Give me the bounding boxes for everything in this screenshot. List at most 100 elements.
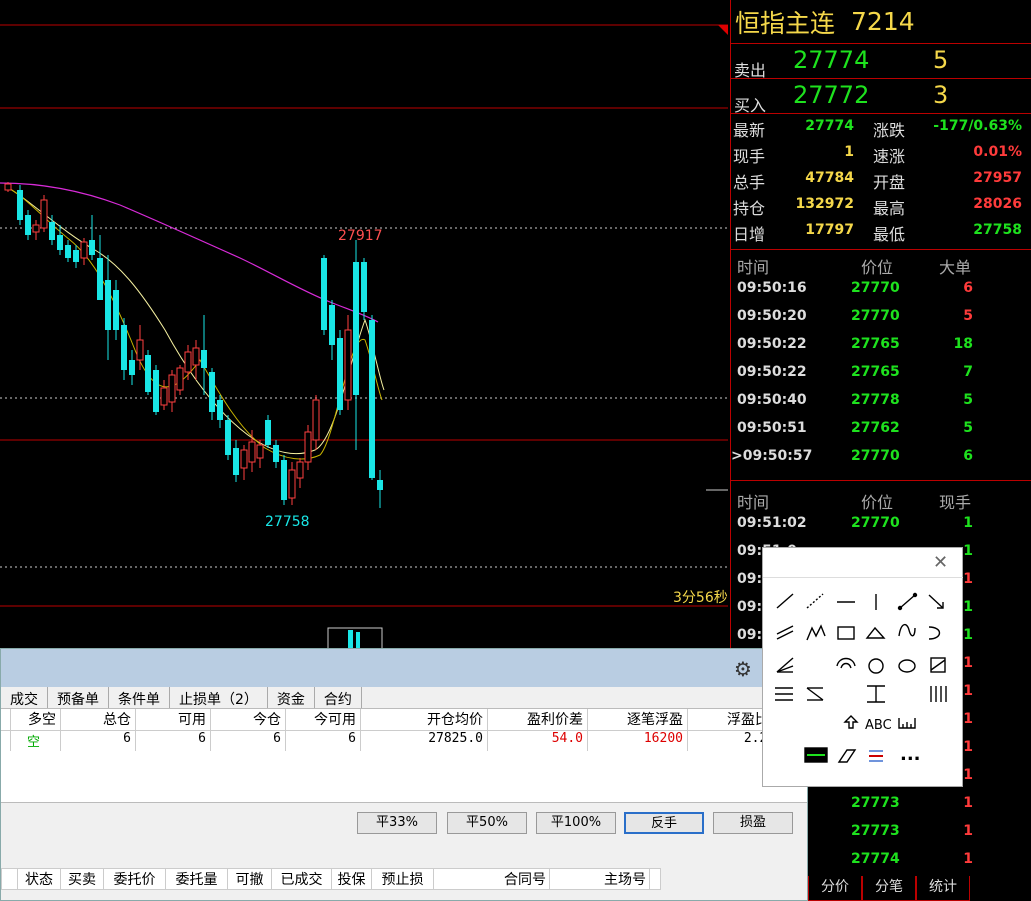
zigzag-tool-icon (806, 624, 826, 641)
reverse-button[interactable]: 反手 (624, 812, 704, 834)
circle-arc-tool-icon (836, 657, 856, 669)
candle-body (369, 320, 375, 478)
sell-price: 27774 (793, 46, 870, 74)
candle-body (129, 360, 135, 375)
sell-row[interactable]: 卖出 27774 5 (731, 44, 1031, 80)
sell-label: 卖出 (734, 61, 767, 80)
buy-price: 27772 (793, 81, 870, 109)
row-price: 27774 (851, 851, 900, 867)
col-h: 可撤 (228, 869, 272, 889)
position-float-pnl: 16200 (588, 731, 688, 751)
toolbox-icons (775, 592, 947, 763)
candle-body (57, 235, 63, 250)
ellipse-tool-icon (898, 659, 916, 673)
col-h: 委托量 (166, 869, 228, 889)
fib-tool-icon (775, 687, 793, 701)
big-order-row: 09:50:22 27765 18 (731, 332, 1031, 360)
candle-body (296, 461, 304, 479)
up-arrow-tool-icon (843, 715, 859, 729)
close-50-button[interactable]: 平50% (447, 812, 527, 834)
text-tool-icon[interactable]: ABC (865, 718, 892, 733)
tab-contracts[interactable]: 合约 (315, 687, 362, 708)
buy-label: 买入 (734, 96, 767, 115)
tab-conditional[interactable]: 条件单 (109, 687, 170, 708)
stat-value: 27957 (973, 170, 1022, 186)
stats-table: 最新 27774 涨跌 -177/0.63% 现手 1 速涨 0.01% 总手 47784 开盘… (731, 114, 1031, 250)
buy-row[interactable]: 买入 27772 3 (731, 79, 1031, 115)
candle-body (321, 258, 327, 330)
candle-body (256, 444, 264, 459)
row-volume: 6 (963, 448, 973, 464)
row-volume: 6 (963, 280, 973, 296)
candle-body (168, 374, 176, 403)
stat-label: 速涨 (873, 147, 906, 166)
candle-body (136, 339, 144, 361)
candle-body (304, 431, 312, 463)
big-order-row: 09:50:22 27765 7 (731, 360, 1031, 388)
high-price-label: 27917 (338, 228, 383, 244)
candle-body (361, 262, 367, 312)
row-time: 09:50:22 (737, 336, 807, 352)
stats-row: 最新 27774 涨跌 -177/0.63% (731, 115, 1031, 141)
tick-header: 时间 价位 现手 (731, 485, 1031, 512)
candle-body (65, 245, 71, 258)
candle-body (377, 480, 383, 490)
candle-body (176, 367, 184, 391)
delete-tool-icon (869, 750, 883, 762)
close-100-button[interactable]: 平100% (536, 812, 616, 834)
stat-label: 日增 (733, 225, 766, 244)
candle-body (25, 215, 31, 235)
tab-trades[interactable]: 成交 (1, 687, 48, 708)
big-order-row: 09:50:40 27778 5 (731, 388, 1031, 416)
buy-volume: 3 (933, 81, 949, 109)
candle-body (160, 387, 168, 406)
position-direction: 空 (11, 731, 61, 751)
close-33-button[interactable]: 平33% (357, 812, 437, 834)
row-time: 09:50:16 (737, 280, 807, 296)
col-time: 时间 (737, 258, 770, 277)
col-time: 时间 (737, 493, 770, 512)
tab-stats[interactable]: 统计 (916, 876, 970, 901)
tab-price-dist[interactable]: 分价 (808, 876, 862, 901)
eraser-tool-icon (837, 749, 857, 763)
row-price: 27773 (851, 823, 900, 839)
tab-stoploss[interactable]: 止损单（2） (170, 687, 268, 708)
position-today-available: 6 (286, 731, 361, 751)
candle-body (4, 183, 12, 191)
row-time: >09:50:57 (731, 448, 813, 464)
stop-profit-loss-button[interactable]: 损盈 (713, 812, 793, 834)
arrow-tool-icon (928, 594, 944, 609)
col-h: 盈利价差 (488, 709, 588, 730)
position-list-empty (1, 751, 807, 803)
row-volume: 1 (963, 515, 973, 531)
cycle-tool-icon (930, 686, 947, 702)
col-h: 主场号 (550, 869, 650, 889)
stat-label: 最高 (873, 199, 906, 218)
stat-value: 0.01% (973, 144, 1022, 160)
big-order-header: 时间 价位 大单 (731, 250, 1031, 277)
countdown-label: 3分56秒 (673, 590, 728, 606)
stat-value: -177/0.63% (933, 118, 1022, 134)
row-volume: 5 (963, 420, 973, 436)
instrument-header: 恒指主连 7214 (731, 0, 1031, 44)
tab-funds[interactable]: 资金 (268, 687, 315, 708)
gear-icon[interactable]: ⚙ (734, 657, 752, 681)
candle-body (192, 347, 200, 366)
candle-body (97, 258, 103, 300)
stats-row: 总手 47784 开盘 27957 (731, 167, 1031, 193)
position-row[interactable]: 空 6 6 6 6 27825.0 54.0 16200 2.27% (1, 731, 807, 751)
col-h: 投保 (332, 869, 372, 889)
close-icon[interactable]: ✕ (933, 552, 948, 573)
row-volume: 7 (963, 364, 973, 380)
low-price-label: 27758 (265, 514, 310, 530)
row-time: 09:50:20 (737, 308, 807, 324)
channel-tool-icon (930, 657, 946, 673)
kline-chart[interactable]: 27917 27758 3分56秒 (0, 0, 730, 651)
row-price: 27778 (851, 392, 900, 408)
candle-body (201, 350, 207, 368)
more-tools-icon[interactable]: ... (900, 744, 921, 765)
tab-prepared[interactable]: 预备单 (48, 687, 109, 708)
row-volume: 1 (963, 851, 973, 867)
tab-ticks[interactable]: 分笔 (862, 876, 916, 901)
big-order-list: 时间 价位 大单 09:50:16 27770 6 09:50:20 27770 5 09:… (731, 250, 1031, 472)
